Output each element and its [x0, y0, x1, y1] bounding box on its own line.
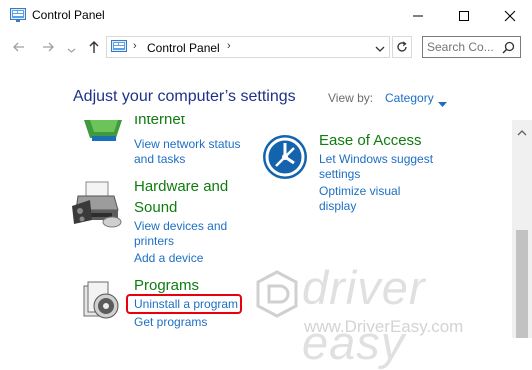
chevron-down-icon[interactable] [67, 42, 76, 60]
link-windows-suggest[interactable]: Let Windows suggest [319, 151, 433, 167]
globe-icon [82, 120, 126, 147]
highlight-box [126, 294, 242, 314]
category-title-ease-of-access[interactable]: Ease of Access [319, 132, 422, 149]
link-view-network-status[interactable]: View network status [134, 136, 241, 152]
control-panel-icon [111, 40, 127, 59]
link-add-device[interactable]: Add a device [134, 250, 203, 266]
link-view-devices[interactable]: View devices and [134, 218, 227, 234]
category-title-hardware[interactable]: Hardware and [134, 178, 228, 195]
up-arrow-icon[interactable] [87, 40, 101, 59]
link-optimize-visual[interactable]: Optimize visual [319, 183, 400, 199]
scroll-up-icon[interactable] [517, 124, 527, 142]
view-by-dropdown[interactable]: Category [385, 91, 434, 105]
link-optimize-visual-cont[interactable]: display [319, 198, 356, 214]
link-windows-suggest-cont[interactable]: settings [319, 166, 360, 182]
watermark-logo-icon [256, 270, 298, 323]
programs-icon [82, 280, 122, 325]
watermark-brand: driver easy [302, 261, 426, 369]
search-icon[interactable] [502, 41, 515, 59]
category-title-internet[interactable]: Internet [134, 116, 185, 130]
title-bar: Control Panel [0, 0, 532, 31]
search-box[interactable] [422, 36, 521, 58]
breadcrumb[interactable]: Control Panel [147, 41, 220, 55]
window-title: Control Panel [32, 8, 105, 22]
breadcrumb-separator-icon[interactable]: › [133, 40, 137, 52]
close-button[interactable] [486, 0, 532, 31]
view-by-label: View by: [328, 91, 374, 105]
address-dropdown-icon[interactable] [375, 41, 385, 59]
breadcrumb-separator-icon[interactable]: › [227, 40, 231, 52]
address-bar[interactable]: › Control Panel › [106, 36, 390, 58]
category-title-hardware-line2[interactable]: Sound [134, 199, 177, 216]
page-title: Adjust your computer’s settings [73, 88, 296, 105]
watermark-url: www.DriverEasy.com [304, 317, 464, 336]
category-title-programs[interactable]: Programs [134, 277, 199, 294]
search-input[interactable] [427, 39, 493, 55]
ease-of-access-icon [262, 134, 308, 185]
minimize-button[interactable] [394, 0, 440, 31]
control-panel-icon [10, 8, 26, 27]
caret-down-icon[interactable] [438, 95, 447, 113]
maximize-button[interactable] [440, 0, 486, 31]
back-arrow-icon[interactable] [12, 40, 26, 59]
printer-icon [72, 180, 124, 233]
link-get-programs[interactable]: Get programs [134, 314, 207, 330]
forward-arrow-icon[interactable] [41, 40, 55, 59]
link-view-devices-cont[interactable]: printers [134, 233, 174, 249]
link-view-network-status-cont[interactable]: and tasks [134, 151, 185, 167]
refresh-button[interactable] [392, 36, 412, 58]
